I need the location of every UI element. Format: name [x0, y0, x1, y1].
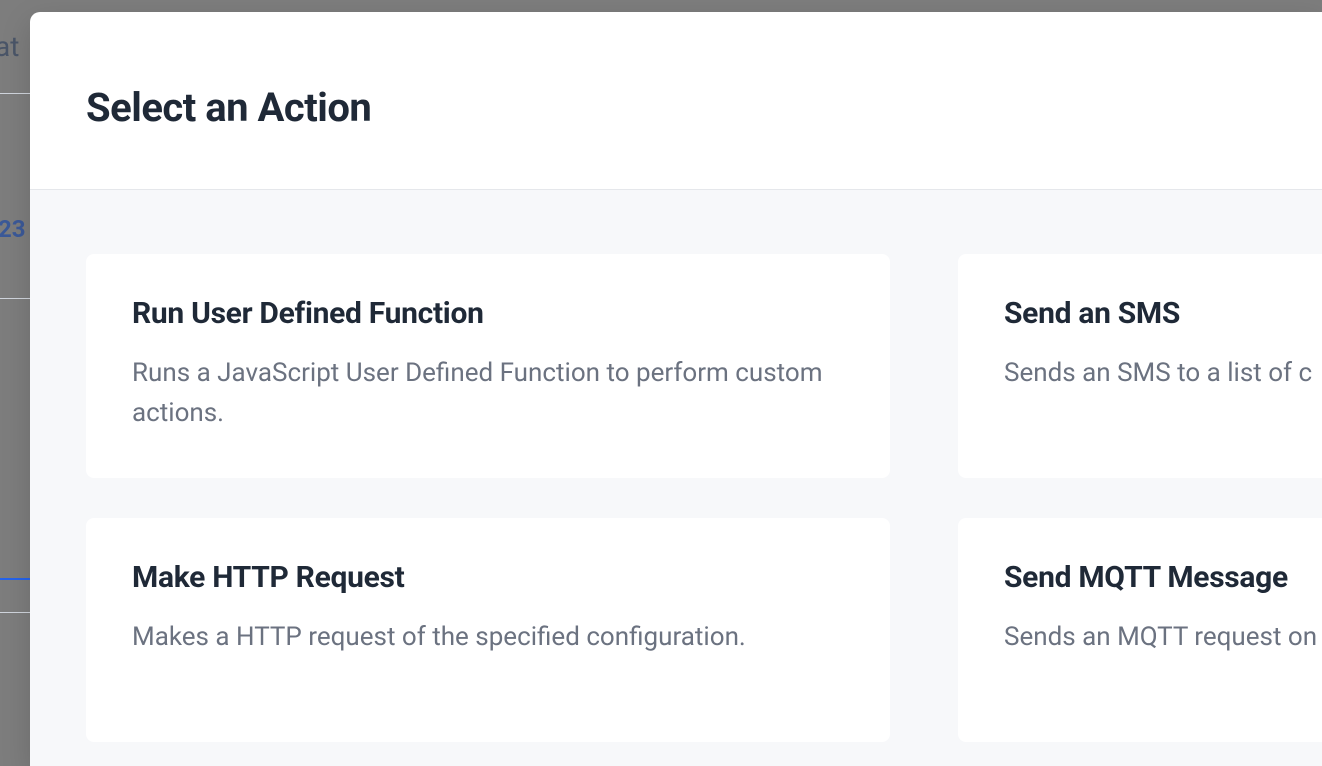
action-card-send-sms[interactable]: Send an SMS Sends an SMS to a list of c: [958, 254, 1322, 478]
backdrop-active-indicator: [0, 578, 30, 580]
action-card-description: Sends an MQTT request on optional payloa…: [1004, 617, 1322, 657]
backdrop-fragment-text: at: [0, 30, 19, 63]
backdrop-fragment-number: 23: [0, 215, 26, 243]
modal-title: Select an Action: [86, 84, 1266, 131]
action-card-http-request[interactable]: Make HTTP Request Makes a HTTP request o…: [86, 518, 890, 742]
action-card-title: Send an SMS: [1004, 296, 1322, 331]
action-card-run-udf[interactable]: Run User Defined Function Runs a JavaScr…: [86, 254, 890, 478]
action-card-title: Make HTTP Request: [132, 560, 844, 595]
modal-header: Select an Action: [30, 12, 1322, 190]
modal-body: Run User Defined Function Runs a JavaScr…: [30, 190, 1322, 766]
action-card-title: Send MQTT Message: [1004, 560, 1322, 595]
action-card-description: Makes a HTTP request of the specified co…: [132, 617, 844, 657]
backdrop-divider: [0, 612, 30, 613]
action-card-title: Run User Defined Function: [132, 296, 844, 331]
action-card-mqtt-message[interactable]: Send MQTT Message Sends an MQTT request …: [958, 518, 1322, 742]
action-cards-row: Run User Defined Function Runs a JavaScr…: [86, 254, 1266, 478]
action-card-description: Sends an SMS to a list of c: [1004, 353, 1322, 393]
backdrop-divider: [0, 93, 30, 94]
action-card-description: Runs a JavaScript User Defined Function …: [132, 353, 844, 434]
select-action-modal: Select an Action Run User Defined Functi…: [30, 12, 1322, 766]
backdrop-divider: [0, 298, 30, 299]
action-cards-row: Make HTTP Request Makes a HTTP request o…: [86, 518, 1266, 742]
